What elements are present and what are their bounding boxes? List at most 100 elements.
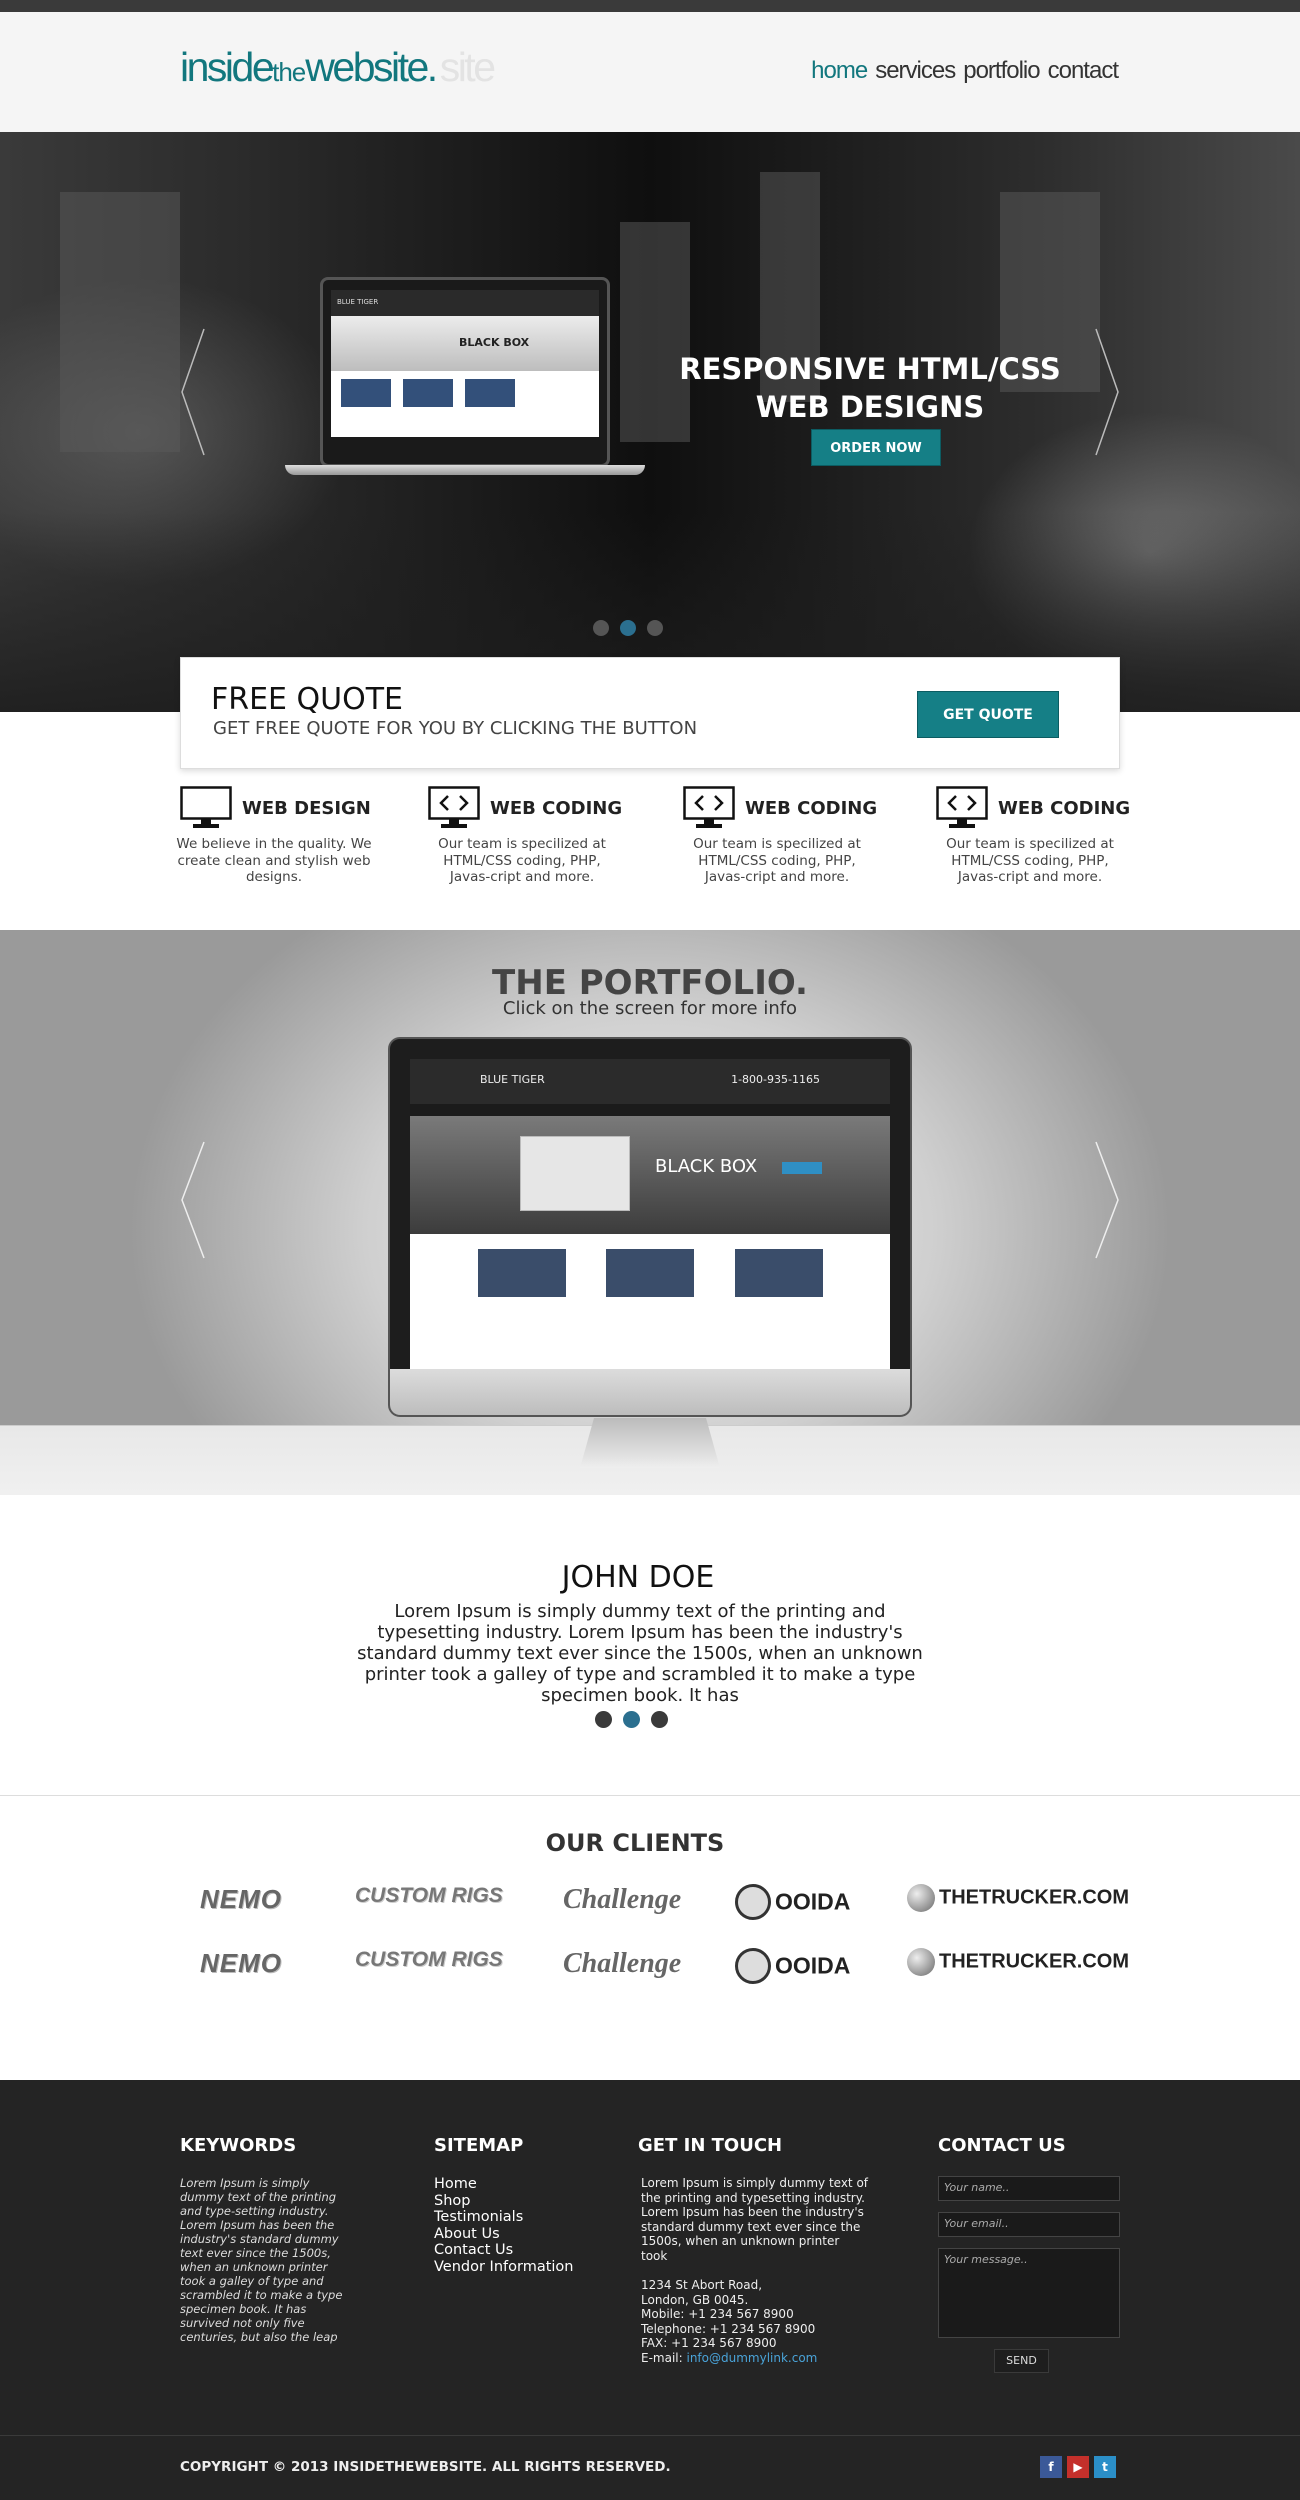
main-nav: home services portfolio contact (811, 57, 1119, 85)
portfolio-monitor[interactable]: BLUE TIGER 1-800-935-1165 BLACK BOX (388, 1037, 912, 1417)
ooida-text: OOIDA (775, 1888, 851, 1915)
footer-get-in-touch: GET IN TOUCH Lorem Ipsum is simply dummy… (638, 2135, 868, 2365)
footer-telephone: Telephone: +1 234 567 8900 (641, 2321, 816, 2336)
contact-email-input[interactable]: Your email.. (938, 2212, 1120, 2237)
portfolio-title: THE PORTFOLIO. (492, 963, 808, 1003)
client-logo-thetrucker[interactable]: THETRUCKER.COM (907, 1948, 1129, 1988)
sitemap-link-testimonials[interactable]: Testimonials (434, 2209, 604, 2226)
nav-portfolio[interactable]: portfolio (963, 57, 1040, 85)
portfolio-screen[interactable]: BLUE TIGER 1-800-935-1165 BLACK BOX (410, 1059, 890, 1369)
clients-logo-row: NEMO CUSTOM RIGS Challenge OOIDA THETRUC… (180, 1948, 1140, 1992)
footer-email-label: E-mail: (641, 2350, 687, 2365)
testimonial-text: Lorem Ipsum is simply dummy text of the … (357, 1601, 923, 1706)
laptop-screen-thumbs (331, 371, 599, 437)
get-quote-button[interactable]: GET QUOTE (917, 691, 1059, 738)
hero-dot-active[interactable] (620, 620, 636, 636)
footer-touch-text: Lorem Ipsum is simply dummy text of the … (641, 2176, 869, 2263)
sitemap-link-about[interactable]: About Us (434, 2226, 604, 2243)
service-title: WEB CODING (998, 798, 1131, 819)
client-logo-ooida[interactable]: OOIDA (735, 1948, 850, 1988)
portfolio-subtitle: Click on the screen for more info (502, 998, 798, 1019)
client-logo-custom-rigs[interactable]: CUSTOM RIGS (355, 1948, 503, 1988)
free-quote-subtitle: GET FREE QUOTE FOR YOU BY CLICKING THE B… (213, 718, 698, 739)
code-monitor-icon (428, 786, 480, 828)
order-now-button[interactable]: ORDER NOW (811, 429, 941, 466)
client-logo-ooida[interactable]: OOIDA (735, 1884, 850, 1924)
hero-slider: BLUE TIGER BLACK BOX RESPONSIVE HTML/CSS… (0, 132, 1300, 712)
logo-part-the: the (272, 57, 306, 87)
contact-name-input[interactable]: Your name.. (938, 2176, 1120, 2201)
client-logo-thetrucker[interactable]: THETRUCKER.COM (907, 1884, 1129, 1924)
code-monitor-icon (936, 786, 988, 828)
portfolio-next-arrow-icon[interactable] (1092, 1140, 1122, 1260)
testimonial-dot-active[interactable] (623, 1711, 640, 1728)
nav-services[interactable]: services (875, 57, 956, 85)
youtube-icon[interactable]: ▶ (1067, 2456, 1089, 2478)
service-title: WEB CODING (490, 798, 623, 819)
site-logo[interactable]: insidethewebsite.site (180, 44, 496, 91)
service-text: We believe in the quality. We create cle… (176, 836, 372, 885)
client-logo-custom-rigs[interactable]: CUSTOM RIGS (355, 1884, 503, 1924)
hero-prev-arrow-icon[interactable] (178, 327, 208, 457)
logo-ghost-text: site (439, 44, 496, 90)
copyright-text: COPYRIGHT © 2013 INSIDETHEWEBSITE. ALL R… (180, 2459, 671, 2475)
sitemap-link-home[interactable]: Home (434, 2176, 604, 2193)
client-logo-challenge[interactable]: Challenge (563, 1948, 681, 1988)
footer-contact-title: CONTACT US (938, 2135, 1066, 2156)
sitemap-link-contact[interactable]: Contact Us (434, 2242, 604, 2259)
laptop-base (285, 465, 645, 475)
monitor-chin (390, 1369, 910, 1415)
testimonial-dot[interactable] (651, 1711, 668, 1728)
sitemap-link-shop[interactable]: Shop (434, 2193, 604, 2210)
social-links: f ▶ t (1040, 2456, 1116, 2478)
testimonial-name: JOHN DOE (561, 1560, 715, 1595)
hero-title-line1: RESPONSIVE HTML/CSS (679, 352, 1061, 386)
contact-send-button[interactable]: SEND (994, 2349, 1049, 2373)
footer-mobile: Mobile: +1 234 567 8900 (641, 2307, 794, 2321)
logo-part-inside: inside (180, 44, 275, 90)
testimonial-dot[interactable] (595, 1711, 612, 1728)
portfolio-prev-arrow-icon[interactable] (178, 1140, 208, 1260)
globe-icon (907, 1948, 935, 1977)
hero-laptop-image: BLUE TIGER BLACK BOX (285, 277, 645, 482)
sitemap-link-vendor[interactable]: Vendor Information (434, 2259, 604, 2276)
hero-dot[interactable] (647, 620, 663, 636)
client-logo-nemo[interactable]: NEMO (200, 1884, 282, 1924)
nav-contact[interactable]: contact (1048, 57, 1119, 85)
nav-home[interactable]: home (811, 57, 868, 85)
footer-address-line1: 1234 St Abort Road, (641, 2278, 763, 2292)
contact-message-textarea[interactable]: Your message.. (938, 2248, 1120, 2338)
screen-site-nav (410, 1104, 890, 1116)
footer-keywords-title: KEYWORDS (180, 2135, 297, 2156)
hero-dot[interactable] (593, 620, 609, 636)
facebook-icon[interactable]: f (1040, 2456, 1062, 2478)
top-bar (0, 0, 1300, 12)
footer-email-line: E-mail: info@dummylink.com (638, 2351, 868, 2366)
screen-banner-text: BLACK BOX (655, 1156, 758, 1177)
thetrucker-text: THETRUCKER.COM (939, 1950, 1129, 1973)
globe-icon (907, 1884, 935, 1913)
site-header: insidethewebsite.site home services port… (0, 12, 1300, 132)
footer-email-link[interactable]: info@dummylink.com (686, 2351, 817, 2365)
footer-sitemap-title: SITEMAP (434, 2135, 524, 2156)
clients-title: OUR CLIENTS (545, 1829, 725, 1857)
screen-site-header: BLUE TIGER 1-800-935-1165 (410, 1059, 890, 1104)
testimonial-pagination (595, 1711, 668, 1728)
laptop-banner-text: BLACK BOX (459, 336, 530, 349)
services-section: WEB DESIGN We believe in the quality. We… (176, 786, 1130, 896)
laptop-screen: BLUE TIGER BLACK BOX (320, 277, 610, 467)
client-logo-nemo[interactable]: NEMO (200, 1948, 282, 1988)
hero-pagination (593, 620, 663, 636)
twitter-icon[interactable]: t (1094, 2456, 1116, 2478)
service-title: WEB DESIGN (242, 798, 371, 819)
footer-keywords-text: Lorem Ipsum is simply dummy text of the … (180, 2176, 343, 2344)
footer-contact-form: CONTACT US Your name.. Your email.. Your… (938, 2135, 1123, 2373)
client-logo-challenge[interactable]: Challenge (563, 1884, 681, 1924)
screen-banner-button (782, 1162, 822, 1174)
ooida-seal-icon (735, 1884, 771, 1920)
service-title: WEB CODING (745, 798, 878, 819)
footer-touch-title: GET IN TOUCH (638, 2135, 783, 2156)
free-quote-box: FREE QUOTE GET FREE QUOTE FOR YOU BY CLI… (180, 657, 1120, 769)
monitor-stand (580, 1418, 720, 1468)
footer-sitemap: SITEMAP Home Shop Testimonials About Us … (434, 2135, 604, 2275)
